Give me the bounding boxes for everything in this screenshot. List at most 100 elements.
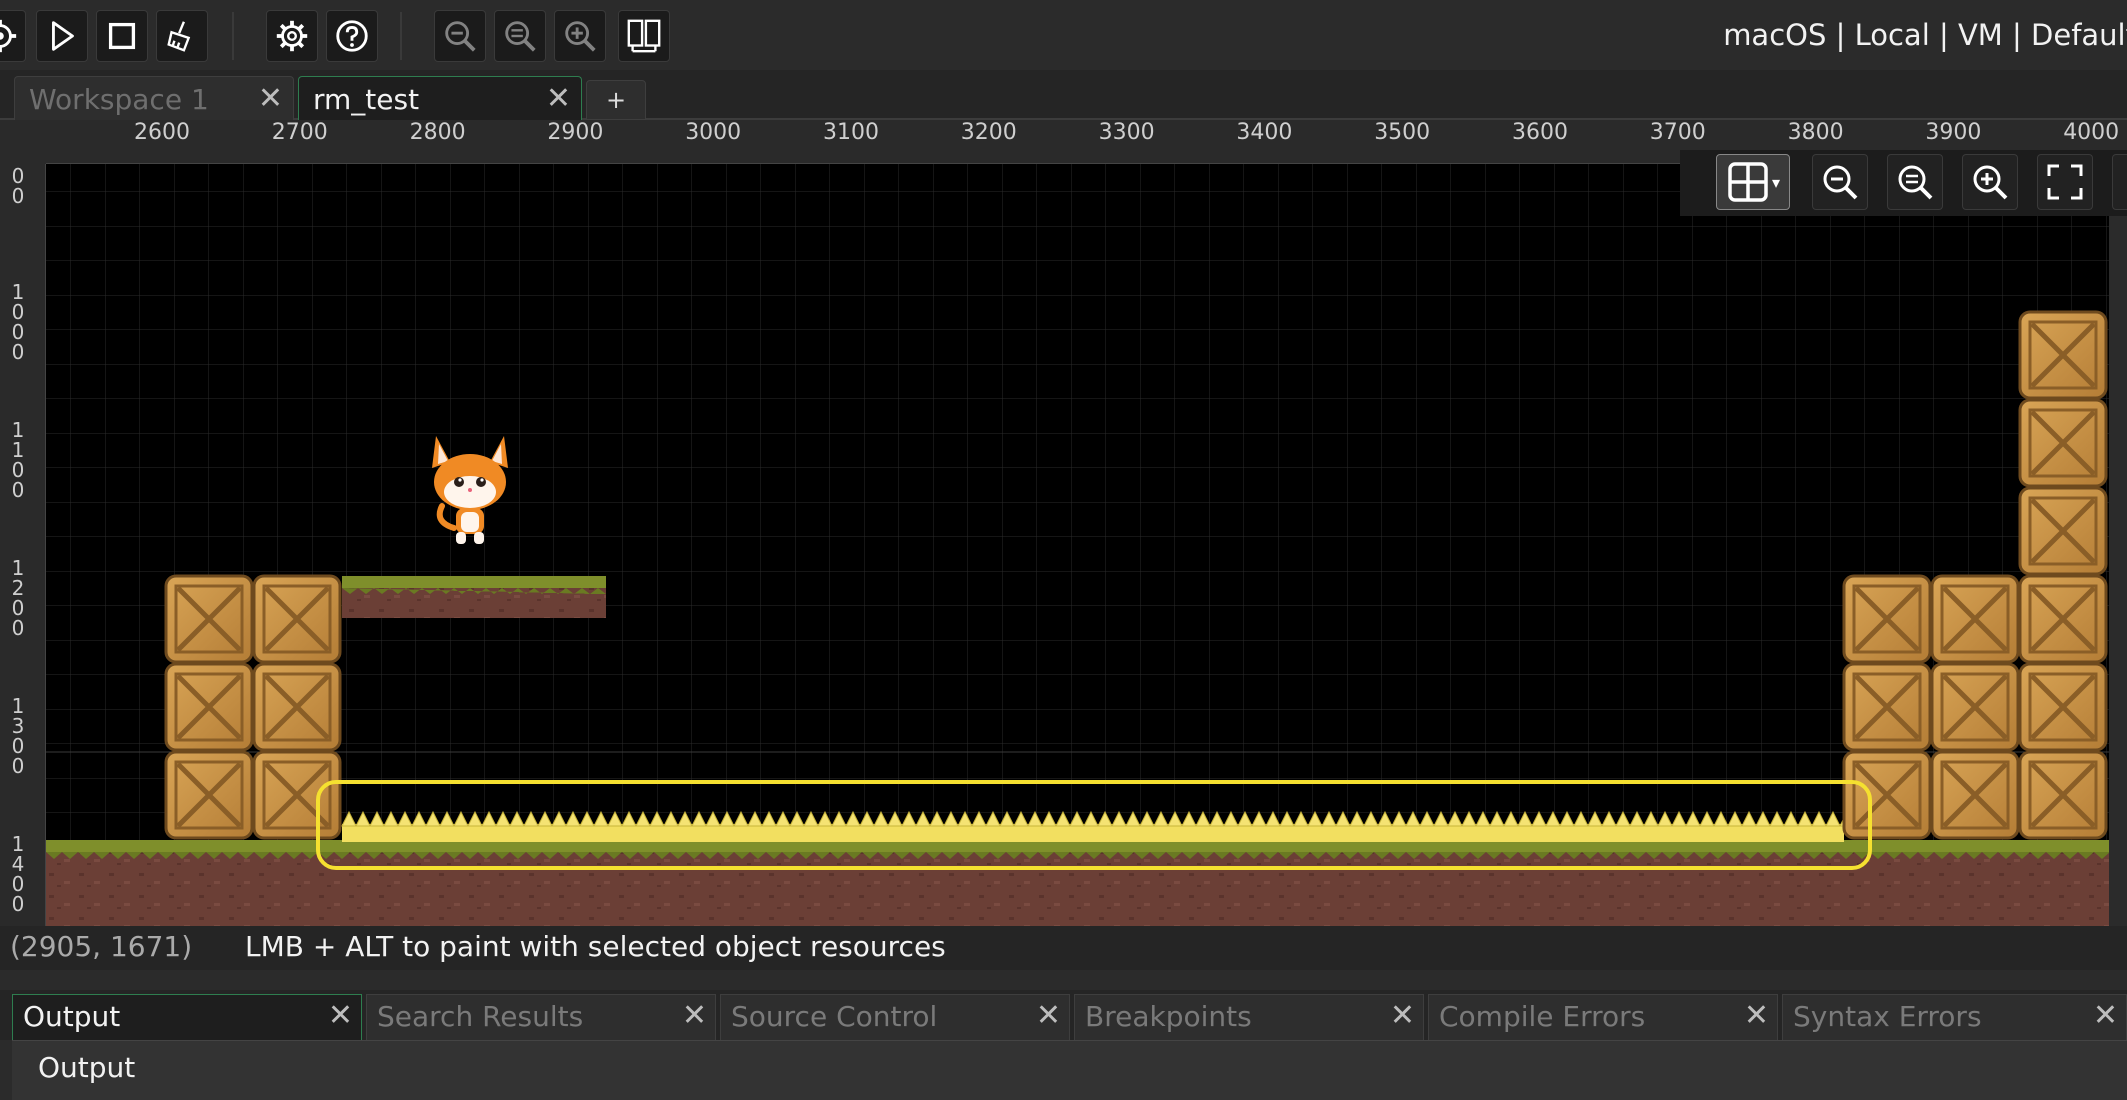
ruler-tick-label: 3500	[1374, 120, 1431, 145]
zoom-out-icon[interactable]	[494, 10, 546, 62]
fullscreen-icon[interactable]	[2037, 154, 2093, 210]
chevron-down-icon: ▾	[1771, 172, 1781, 192]
tab-workspace-1[interactable]: Workspace 1 ✕	[14, 76, 294, 120]
close-icon[interactable]: ✕	[1036, 998, 1061, 1033]
ruler-tick-label: 3300	[1098, 120, 1155, 145]
crate	[2018, 574, 2108, 664]
close-icon[interactable]: ✕	[1390, 998, 1415, 1033]
grid-toggle-icon[interactable]: ▾	[1716, 154, 1790, 210]
close-icon[interactable]: ✕	[2093, 998, 2118, 1033]
zoom-reset-icon[interactable]	[434, 10, 486, 62]
target-selector[interactable]: macOS | Local | VM | Default	[1723, 18, 2127, 52]
ruler-tick-label: 3600	[1512, 120, 1568, 145]
crate	[1930, 750, 2020, 840]
cursor-coordinates: (2905, 1671)	[10, 930, 193, 963]
ruler-tick-label: 3900	[1925, 120, 1982, 145]
crate	[2018, 310, 2108, 400]
tab-rm-test[interactable]: rm_test ✕	[298, 76, 582, 120]
crate	[252, 662, 342, 752]
tab-label: rm_test	[313, 83, 420, 116]
vertical-ruler: 00 1000 1100 1200 1300 1400	[0, 164, 46, 926]
tab-breakpoints[interactable]: Breakpoints ✕	[1074, 994, 1424, 1040]
crate	[1842, 574, 1932, 664]
ruler-tick-label: 2900	[547, 120, 604, 145]
build-icon[interactable]	[0, 10, 26, 62]
ruler-tick-label: 00	[11, 164, 25, 208]
ruler-tick-label: 1000	[11, 280, 25, 364]
crate	[2018, 750, 2108, 840]
tab-output[interactable]: Output ✕	[12, 994, 362, 1040]
toolbar-divider	[400, 12, 402, 60]
run-icon[interactable]	[36, 10, 88, 62]
ruler-tick-label: 1100	[11, 418, 25, 502]
tab-syntax-errors[interactable]: Syntax Errors ✕	[1782, 994, 2127, 1040]
crate	[164, 574, 254, 664]
output-panel-title: Output	[38, 1051, 136, 1084]
close-icon[interactable]: ✕	[546, 81, 571, 116]
crate	[252, 574, 342, 664]
ruler-tick-label: 3800	[1787, 120, 1844, 145]
tab-label: Syntax Errors	[1793, 1000, 1982, 1033]
ruler-tick-label: 1400	[11, 832, 25, 916]
help-icon[interactable]	[326, 10, 378, 62]
zoom-reset-icon[interactable]	[1887, 154, 1943, 210]
ruler-corner	[0, 120, 46, 164]
tab-label: Output	[23, 1000, 121, 1033]
stop-icon[interactable]	[96, 10, 148, 62]
tab-source-control[interactable]: Source Control ✕	[720, 994, 1070, 1040]
add-tab-button[interactable]: +	[586, 80, 646, 120]
tab-label: Breakpoints	[1085, 1000, 1252, 1033]
ruler-tick-label: 3400	[1236, 120, 1293, 145]
close-icon[interactable]: ✕	[682, 998, 707, 1033]
tab-label: Workspace 1	[29, 83, 209, 116]
ruler-tick-label: 3200	[960, 120, 1017, 145]
tab-label: Source Control	[731, 1000, 938, 1033]
ruler-tick-label: 3000	[685, 120, 742, 145]
tab-label: Search Results	[377, 1000, 584, 1033]
ruler-tick-label: 2700	[271, 120, 328, 145]
close-icon[interactable]: ✕	[258, 81, 283, 116]
crate	[164, 662, 254, 752]
ruler-tick-label: 2800	[409, 120, 466, 145]
room-view	[46, 164, 2109, 926]
crate	[164, 750, 254, 840]
ruler-tick-label: 4000	[2063, 120, 2120, 145]
crate	[2018, 662, 2108, 752]
crate	[1930, 662, 2020, 752]
room-view-toolbar: ▾	[1680, 150, 2127, 216]
clean-icon[interactable]	[156, 10, 208, 62]
tab-search-results[interactable]: Search Results ✕	[366, 994, 716, 1040]
floating-platform	[342, 576, 606, 618]
room-canvas[interactable]	[46, 164, 2109, 926]
output-tabbar: Output ✕ Search Results ✕ Source Control…	[0, 990, 2127, 1040]
zoom-in-icon[interactable]	[554, 10, 606, 62]
toolbar-divider	[232, 12, 234, 60]
ruler-tick-label: 3700	[1649, 120, 1706, 145]
status-bar: (2905, 1671) LMB + ALT to paint with sel…	[0, 926, 2127, 970]
main-toolbar: macOS | Local | VM | Default	[0, 0, 2127, 70]
crate	[1930, 574, 2020, 664]
spike-base	[342, 824, 1844, 842]
output-panel: Output	[12, 1040, 2127, 1100]
crate	[2018, 486, 2108, 576]
close-icon[interactable]: ✕	[1744, 998, 1769, 1033]
status-hint: LMB + ALT to paint with selected object …	[245, 930, 946, 963]
settings-icon[interactable]	[266, 10, 318, 62]
ruler-tick-label: 1300	[11, 694, 25, 778]
ground-tiles	[46, 840, 2109, 926]
tab-label: Compile Errors	[1439, 1000, 1646, 1033]
crate	[1842, 750, 1932, 840]
ruler-tick-label: 2600	[134, 120, 190, 145]
zoom-out-icon[interactable]	[1812, 154, 1868, 210]
crate	[1842, 662, 1932, 752]
ruler-tick-label: 3100	[823, 120, 879, 145]
workspace-tabbar: Workspace 1 ✕ rm_test ✕ +	[0, 70, 2127, 120]
close-icon[interactable]: ✕	[328, 998, 353, 1033]
tab-compile-errors[interactable]: Compile Errors ✕	[1428, 994, 1778, 1040]
ruler-tick-label: 1200	[11, 556, 25, 640]
crate	[252, 750, 342, 840]
gamepad-icon[interactable]	[618, 10, 670, 62]
overflow-button[interactable]	[2112, 154, 2127, 210]
zoom-in-icon[interactable]	[1962, 154, 2018, 210]
crate	[2018, 398, 2108, 488]
